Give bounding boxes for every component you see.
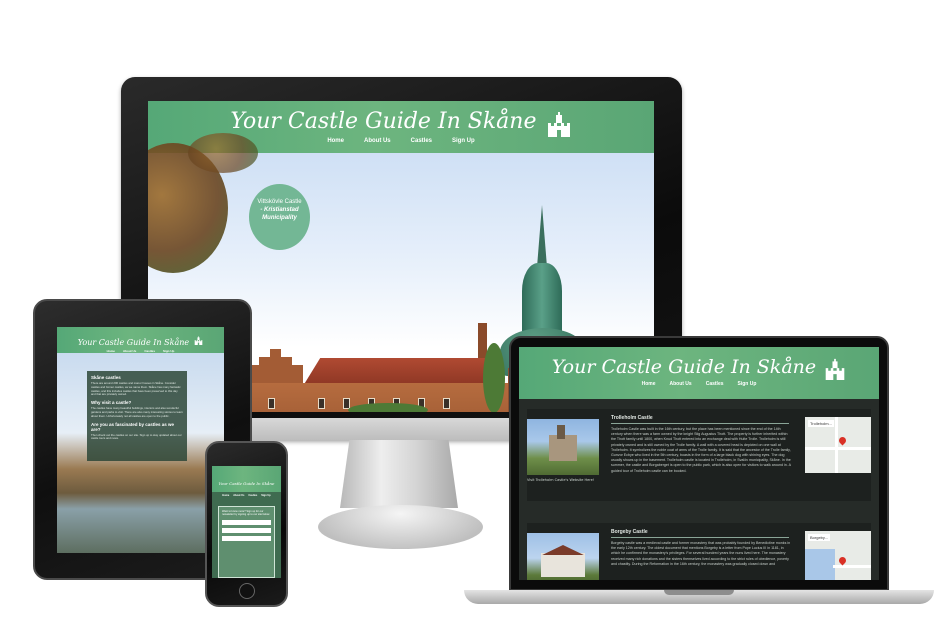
- nav-signup[interactable]: Sign Up: [738, 381, 757, 387]
- nav-castles[interactable]: Castles: [248, 494, 257, 497]
- nav-castles[interactable]: Castles: [411, 138, 432, 144]
- divider: [611, 423, 789, 424]
- map-water: [805, 549, 835, 580]
- section-heading: Skåne castles: [91, 375, 121, 380]
- site-branding: Your Castle Guide In Skåne: [212, 466, 281, 489]
- site-title[interactable]: Your Castle Guide In Skåne: [219, 481, 275, 486]
- home-button[interactable]: [239, 583, 255, 599]
- site-branding: Your Castle Guide In Skåne: [57, 327, 224, 349]
- bubble-subtitle: - Kristianstad Municipality: [260, 207, 299, 221]
- nav-about[interactable]: About Us: [364, 138, 391, 144]
- map-road: [805, 447, 871, 450]
- castle-icon: [825, 358, 845, 380]
- nav-about[interactable]: About Us: [233, 494, 244, 497]
- section-text: The castles have many beautiful building…: [91, 406, 183, 418]
- tower-spire: [537, 205, 547, 267]
- name-field[interactable]: [222, 519, 271, 525]
- site-branding: Your Castle Guide In Skåne: [519, 347, 879, 380]
- main-navbar: Home About Us Castles Sign Up: [212, 494, 281, 497]
- section-heading: Why visit a castle?: [91, 400, 132, 406]
- map-place-label: Trolleholm...: [808, 420, 834, 427]
- nav-signup[interactable]: Sign Up: [261, 494, 270, 497]
- castle-card-title: Trolleholm Castle: [611, 415, 653, 421]
- map-road: [835, 417, 838, 473]
- castle-card: Borgeby Castle Borgeby castle was a medi…: [527, 523, 871, 580]
- castle-window: [318, 398, 325, 409]
- section-text: There are around 200 castles and manor h…: [91, 381, 181, 397]
- form-intro-text: Want to know more? Sign up for our newsl…: [222, 510, 270, 517]
- castle-card: Visit Trolleholm Castle's Website Here! …: [527, 409, 871, 501]
- google-map[interactable]: Borgeby...: [805, 531, 871, 580]
- site-header: Your Castle Guide In Skåne Home About Us…: [57, 327, 224, 353]
- main-navbar: Home About Us Castles Sign Up: [519, 381, 879, 387]
- castle-card-text: Trolleholm Castle was built in the 16th …: [611, 427, 791, 473]
- tree-right: [483, 343, 505, 412]
- site-title[interactable]: Your Castle Guide In Skåne: [552, 356, 816, 378]
- castle-info-bubble[interactable]: Vittskövle Castle - Kristianstad Municip…: [249, 184, 310, 250]
- laptop-notch: [664, 590, 734, 595]
- castle-icon: [547, 111, 570, 137]
- hedge: [348, 403, 428, 412]
- section-heading: Are you as fascinated by castles as we a…: [91, 421, 175, 432]
- laptop-screen: Your Castle Guide In Skåne Home About Us…: [519, 347, 879, 580]
- divider: [611, 537, 789, 538]
- google-map[interactable]: Trolleholm...: [805, 417, 871, 473]
- nav-home[interactable]: Home: [642, 381, 656, 387]
- nav-castles[interactable]: Castles: [706, 381, 724, 387]
- message-field[interactable]: [222, 535, 271, 541]
- section-text: Then check out the castles on our site. …: [91, 432, 182, 441]
- nav-about[interactable]: About Us: [669, 381, 691, 387]
- castle-tower-shape: [557, 425, 565, 439]
- castle-shape: [541, 553, 585, 577]
- site-title[interactable]: Your Castle Guide In Skåne: [230, 109, 536, 134]
- map-pin-icon: [837, 555, 848, 566]
- signup-form: Want to know more? Sign up for our newsl…: [218, 506, 275, 578]
- nav-signup[interactable]: Sign Up: [452, 138, 475, 144]
- phone-screen: Your Castle Guide In Skåne Home About Us…: [212, 466, 281, 578]
- nav-home[interactable]: Home: [222, 494, 229, 497]
- castle-photo: [527, 419, 599, 475]
- tower-lantern: [522, 263, 562, 333]
- bubble-title: Vittskövle Castle: [257, 199, 302, 205]
- castle-icon: [194, 336, 203, 345]
- monitor-base: [318, 505, 483, 549]
- castle-website-link[interactable]: Visit Trolleholm Castle's Website Here!: [527, 478, 607, 482]
- castle-photo: [527, 533, 599, 580]
- site-header: Your Castle Guide In Skåne Home About Us…: [519, 347, 879, 399]
- site-branding: Your Castle Guide In Skåne: [148, 101, 654, 137]
- tree-leaves: [188, 133, 258, 173]
- map-road: [833, 565, 871, 568]
- map-place-label: Borgeby...: [808, 534, 830, 541]
- tablet-screen: Your Castle Guide In Skåne Home About Us…: [57, 327, 224, 553]
- nav-home[interactable]: Home: [327, 138, 344, 144]
- castle-window: [443, 398, 450, 409]
- site-title[interactable]: Your Castle Guide In Skåne: [78, 338, 189, 347]
- site-header: Your Castle Guide In Skåne Home About Us…: [212, 466, 281, 497]
- email-field[interactable]: [222, 527, 271, 533]
- castle-card-title: Borgeby Castle: [611, 529, 648, 535]
- map-pin-icon: [837, 435, 848, 446]
- intro-panel: Skåne castles There are around 200 castl…: [87, 371, 187, 461]
- castle-card-text: Borgeby castle was a medieval castle and…: [611, 541, 791, 566]
- monitor-stand: [340, 440, 458, 508]
- castles-list: Visit Trolleholm Castle's Website Here! …: [519, 399, 879, 580]
- castle-window: [268, 398, 275, 409]
